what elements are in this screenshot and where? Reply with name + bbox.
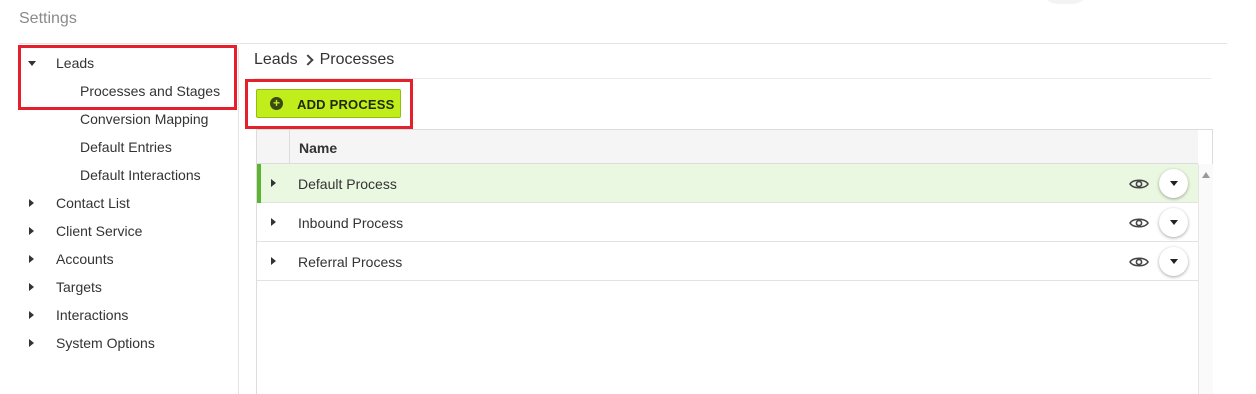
scroll-up-arrow-icon[interactable] bbox=[1202, 172, 1210, 178]
caret-down-icon bbox=[1169, 181, 1178, 186]
breadcrumb-parent[interactable]: Leads bbox=[254, 51, 298, 69]
process-name: Inbound Process bbox=[298, 215, 404, 231]
table-row[interactable]: Referral Process bbox=[257, 242, 1198, 281]
sidebar-item-label: Contact List bbox=[56, 195, 130, 211]
expand-arrow-icon[interactable] bbox=[29, 227, 34, 235]
expand-row-icon[interactable] bbox=[271, 257, 276, 265]
sidebar-subitem-label: Default Entries bbox=[80, 139, 172, 155]
row-menu-button[interactable] bbox=[1159, 208, 1188, 237]
add-process-button[interactable]: + ADD PROCESS bbox=[256, 89, 401, 118]
vertical-scrollbar[interactable] bbox=[1198, 164, 1213, 394]
header-divider bbox=[19, 43, 1227, 44]
sidebar-item-system-options[interactable]: System Options bbox=[19, 331, 229, 355]
sidebar-item-label: Accounts bbox=[56, 251, 114, 267]
plus-circle-icon: + bbox=[270, 97, 283, 110]
process-name: Referral Process bbox=[298, 254, 403, 270]
sidebar-item-interactions[interactable]: Interactions bbox=[19, 303, 229, 327]
sidebar-subitem-label: Processes and Stages bbox=[80, 83, 221, 99]
sidebar-item-label: Leads bbox=[56, 55, 95, 71]
grid-header-expander-cell bbox=[257, 130, 290, 164]
breadcrumb: Leads Processes bbox=[254, 51, 394, 69]
row-menu-button[interactable] bbox=[1159, 247, 1188, 276]
sidebar-item-accounts[interactable]: Accounts bbox=[19, 247, 229, 271]
process-name: Default Process bbox=[298, 176, 397, 192]
breadcrumb-divider bbox=[254, 78, 1211, 79]
eye-icon[interactable] bbox=[1129, 176, 1149, 192]
expand-arrow-icon[interactable] bbox=[29, 311, 34, 319]
add-process-label: ADD PROCESS bbox=[297, 97, 395, 112]
sidebar-item-processes-and-stages[interactable]: Processes and Stages bbox=[19, 79, 229, 103]
sidebar-item-default-entries[interactable]: Default Entries bbox=[19, 135, 229, 159]
sidebar-item-client-service[interactable]: Client Service bbox=[19, 219, 229, 243]
chevron-right-icon bbox=[301, 54, 314, 66]
avatar[interactable] bbox=[1040, 0, 1090, 4]
sidebar-item-default-interactions[interactable]: Default Interactions bbox=[19, 163, 229, 187]
sidebar-item-label: Targets bbox=[56, 279, 102, 295]
sidebar-item-leads[interactable]: Leads bbox=[19, 51, 229, 75]
grid-header: Name bbox=[257, 130, 1198, 164]
expand-row-icon[interactable] bbox=[271, 218, 276, 226]
sidebar-item-contact-list[interactable]: Contact List bbox=[19, 191, 229, 215]
sidebar-item-label: Interactions bbox=[56, 307, 129, 323]
caret-down-icon bbox=[1169, 220, 1178, 225]
expand-arrow-icon[interactable] bbox=[29, 283, 34, 291]
eye-icon[interactable] bbox=[1129, 254, 1149, 270]
expand-arrow-icon[interactable] bbox=[29, 339, 34, 347]
sidebar-item-targets[interactable]: Targets bbox=[19, 275, 229, 299]
sidebar-subitem-label: Default Interactions bbox=[80, 167, 201, 183]
expand-row-icon[interactable] bbox=[271, 179, 276, 187]
settings-sidebar: Leads Processes and Stages Conversion Ma… bbox=[19, 48, 239, 394]
sidebar-subitem-label: Conversion Mapping bbox=[80, 111, 209, 127]
page-title: Settings bbox=[19, 10, 77, 27]
sidebar-item-label: Client Service bbox=[56, 223, 143, 239]
caret-down-icon bbox=[1169, 259, 1178, 264]
column-header-name[interactable]: Name bbox=[299, 140, 337, 156]
row-menu-button[interactable] bbox=[1159, 169, 1188, 198]
eye-icon[interactable] bbox=[1129, 215, 1149, 231]
table-row[interactable]: Inbound Process bbox=[257, 203, 1198, 242]
breadcrumb-current: Processes bbox=[319, 51, 395, 68]
processes-grid: Name Default Process Inbound Process Ref… bbox=[256, 129, 1213, 394]
expand-arrow-icon[interactable] bbox=[29, 255, 34, 263]
collapse-arrow-icon[interactable] bbox=[28, 61, 36, 66]
sidebar-item-conversion-mapping[interactable]: Conversion Mapping bbox=[19, 107, 229, 131]
table-row[interactable]: Default Process bbox=[257, 164, 1198, 203]
expand-arrow-icon[interactable] bbox=[29, 199, 34, 207]
sidebar-item-label: System Options bbox=[56, 335, 155, 351]
